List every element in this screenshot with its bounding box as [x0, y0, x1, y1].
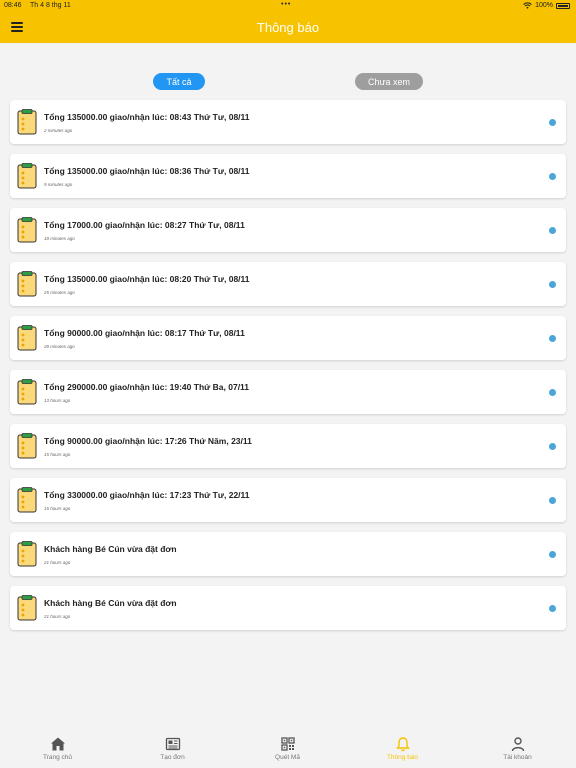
notification-item[interactable]: Tổng 135000.00 giao/nhận lúc: 08:43 Thứ …	[10, 100, 566, 144]
unread-dot	[549, 551, 556, 558]
unread-dot	[549, 443, 556, 450]
notification-time: 13 hours ago	[44, 398, 71, 403]
tab-notifications[interactable]: Thông báo	[345, 736, 460, 768]
notification-item[interactable]: Tổng 330000.00 giao/nhận lúc: 17:23 Thứ …	[10, 478, 566, 522]
notification-time: 2 minutes ago	[44, 128, 73, 133]
notification-title: Khách hàng Bé Cún vừa đặt đơn	[44, 544, 177, 554]
clipboard-icon	[17, 163, 37, 189]
unread-dot	[549, 119, 556, 126]
page-title: Thông báo	[256, 20, 320, 35]
notification-item[interactable]: Tổng 135000.00 giao/nhận lúc: 08:20 Thứ …	[10, 262, 566, 306]
notification-time: 9 minutes ago	[44, 182, 73, 187]
unread-dot	[549, 497, 556, 504]
tab-home-label: Trang chủ	[42, 754, 73, 761]
notification-time: 21 hours ago	[44, 614, 71, 619]
battery-percent: 100%	[535, 2, 553, 9]
filter-unread-button[interactable]: Chưa xem	[355, 73, 423, 90]
clipboard-icon	[17, 541, 37, 567]
home-icon	[50, 737, 65, 751]
tab-scan[interactable]: Quét Mã	[230, 736, 345, 768]
status-date: Th 4 8 thg 11	[30, 2, 71, 9]
qr-code-icon	[280, 737, 295, 751]
filter-all-button[interactable]: Tất cả	[153, 73, 205, 90]
clipboard-icon	[17, 271, 37, 297]
notification-item[interactable]: Tổng 90000.00 giao/nhận lúc: 08:17 Thứ T…	[10, 316, 566, 360]
tab-account-label: Tài khoản	[503, 754, 532, 761]
wifi-icon	[523, 2, 532, 9]
notification-item[interactable]: Khách hàng Bé Cún vừa đặt đơn 21 hours a…	[10, 532, 566, 576]
notification-item[interactable]: Tổng 90000.00 giao/nhận lúc: 17:26 Thứ N…	[10, 424, 566, 468]
clipboard-icon	[17, 595, 37, 621]
notification-list: Tổng 135000.00 giao/nhận lúc: 08:43 Thứ …	[10, 100, 566, 640]
notification-time: 21 hours ago	[44, 560, 71, 565]
tab-account[interactable]: Tài khoản	[460, 736, 575, 768]
clipboard-icon	[17, 217, 37, 243]
notification-title: Tổng 90000.00 giao/nhận lúc: 17:26 Thứ N…	[44, 436, 252, 446]
filter-tabs: Tất cả Chưa xem	[0, 73, 576, 91]
unread-dot	[549, 389, 556, 396]
unread-dot	[549, 281, 556, 288]
notification-title: Tổng 330000.00 giao/nhận lúc: 17:23 Thứ …	[44, 490, 250, 500]
status-time: 08:46	[4, 2, 22, 9]
notification-item[interactable]: Tổng 135000.00 giao/nhận lúc: 08:36 Thứ …	[10, 154, 566, 198]
notification-time: 28 minutes ago	[44, 344, 75, 349]
tab-create-order[interactable]: Tạo đơn	[115, 736, 230, 768]
unread-dot	[549, 335, 556, 342]
notification-title: Tổng 90000.00 giao/nhận lúc: 08:17 Thứ T…	[44, 328, 245, 338]
notification-title: Tổng 17000.00 giao/nhận lúc: 08:27 Thứ T…	[44, 220, 245, 230]
notification-time: 15 hours ago	[44, 506, 71, 511]
notification-title: Tổng 290000.00 giao/nhận lúc: 19:40 Thứ …	[44, 382, 250, 392]
bottom-tab-bar: Trang chủ Tạo đơn Quét Mã Thông báo Tài …	[0, 733, 576, 768]
unread-dot	[549, 173, 556, 180]
notification-title: Tổng 135000.00 giao/nhận lúc: 08:20 Thứ …	[44, 274, 250, 284]
user-icon	[511, 737, 524, 752]
notification-title: Tổng 135000.00 giao/nhận lúc: 08:36 Thứ …	[44, 166, 250, 176]
tab-notifications-label: Thông báo	[386, 754, 419, 761]
status-bar: 08:46 Th 4 8 thg 11 ••• 100%	[0, 0, 576, 12]
bell-icon	[395, 737, 410, 752]
clipboard-icon	[17, 109, 37, 135]
clipboard-icon	[17, 379, 37, 405]
status-right: 100%	[523, 2, 570, 9]
app-header: Thông báo	[0, 12, 576, 43]
clipboard-icon	[17, 325, 37, 351]
unread-dot	[549, 605, 556, 612]
notification-item[interactable]: Khách hàng Bé Cún vừa đặt đơn 21 hours a…	[10, 586, 566, 630]
tab-home[interactable]: Trang chủ	[0, 736, 115, 768]
clipboard-icon	[17, 433, 37, 459]
notification-time: 25 minutes ago	[44, 290, 75, 295]
tab-scan-label: Quét Mã	[275, 754, 300, 761]
clipboard-icon	[17, 487, 37, 513]
unread-dot	[549, 227, 556, 234]
notification-title: Khách hàng Bé Cún vừa đặt đơn	[44, 598, 177, 608]
tab-create-order-label: Tạo đơn	[160, 754, 185, 761]
notification-title: Tổng 135000.00 giao/nhận lúc: 08:43 Thứ …	[44, 112, 250, 122]
battery-icon	[556, 2, 570, 9]
notification-time: 18 minutes ago	[44, 236, 75, 241]
notification-time: 15 hours ago	[44, 452, 71, 457]
multitasking-dots: •••	[281, 1, 292, 8]
notification-item[interactable]: Tổng 290000.00 giao/nhận lúc: 19:40 Thứ …	[10, 370, 566, 414]
newspaper-icon	[165, 737, 180, 751]
notification-item[interactable]: Tổng 17000.00 giao/nhận lúc: 08:27 Thứ T…	[10, 208, 566, 252]
